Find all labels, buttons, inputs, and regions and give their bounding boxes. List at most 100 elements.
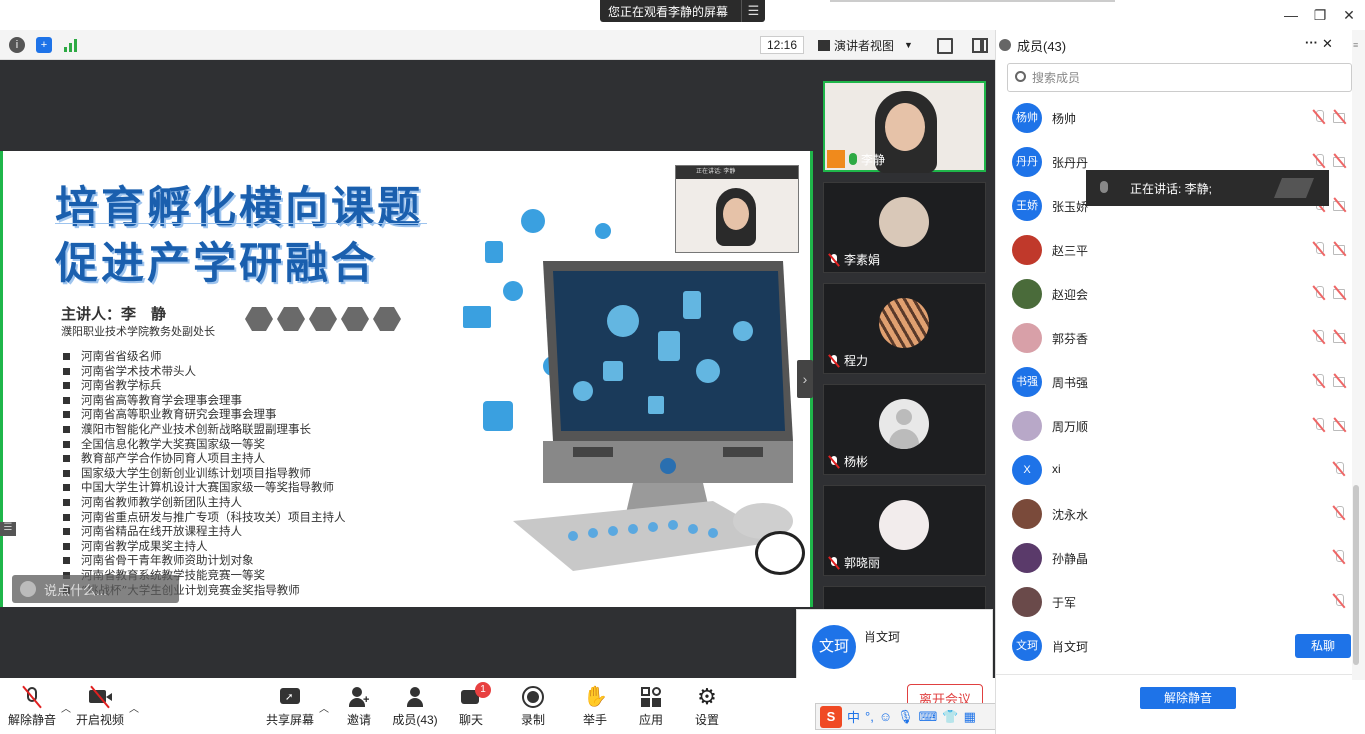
- presenter-org: 濮阳职业技术学院教务处副处长: [61, 326, 215, 338]
- share-options-caret[interactable]: ︿: [319, 700, 329, 715]
- credential-item: 河南省教师教学创新团队主持人: [63, 495, 346, 510]
- mic-off-icon[interactable]: [1312, 286, 1326, 300]
- member-row[interactable]: 文珂 肖文珂: [996, 624, 1341, 668]
- info-icon[interactable]: i: [9, 37, 25, 53]
- add-user-icon: +: [347, 686, 371, 708]
- ime-punct[interactable]: °,: [865, 709, 874, 724]
- chat-button[interactable]: 1 聊天: [441, 682, 501, 728]
- mic-off-icon[interactable]: [1332, 462, 1348, 476]
- avatar: 书强: [1012, 367, 1042, 397]
- signal-icon[interactable]: [64, 38, 80, 52]
- keyboard-icon[interactable]: ⌨: [919, 709, 938, 725]
- video-label: 开启视频: [75, 713, 124, 727]
- member-search-input[interactable]: 搜索成员: [1007, 63, 1352, 92]
- raise-hand-button[interactable]: ✋ 举手: [565, 686, 625, 728]
- voice-icon[interactable]: 🎙: [897, 709, 914, 725]
- video-off-icon[interactable]: [1332, 418, 1348, 432]
- avatar: [879, 500, 929, 550]
- shield-icon[interactable]: +: [36, 37, 52, 53]
- video-off-icon[interactable]: [1332, 286, 1348, 300]
- sidebar-toggle-icon[interactable]: [972, 38, 988, 53]
- fullscreen-icon[interactable]: [937, 38, 953, 54]
- member-name: 张玉娇: [1052, 200, 1089, 214]
- mic-off-icon[interactable]: [1312, 374, 1326, 388]
- slide-title-line1: 培育孵化横向课题: [55, 183, 423, 233]
- member-name: 周书强: [1052, 376, 1089, 390]
- video-button[interactable]: 开启视频: [70, 685, 130, 728]
- emoji-icon[interactable]: ☺: [879, 709, 892, 724]
- member-row[interactable]: 于军: [996, 580, 1344, 624]
- ime-toolbar[interactable]: S 中 °, ☺ 🎙 ⌨ 👕 ▦: [815, 703, 1023, 730]
- video-options-caret[interactable]: ︿: [129, 700, 139, 715]
- mic-off-icon: [828, 556, 840, 569]
- mic-off-icon[interactable]: [1332, 550, 1348, 564]
- member-row[interactable]: 孙静晶: [996, 536, 1344, 580]
- video-off-icon[interactable]: [1332, 110, 1348, 124]
- mic-off-icon[interactable]: [1312, 330, 1326, 344]
- comment-input[interactable]: 说点什么...: [12, 575, 179, 603]
- mute-label: 解除静音: [7, 713, 56, 727]
- avatar: [1012, 323, 1042, 353]
- member-popup[interactable]: 文珂 肖文珂: [796, 609, 993, 683]
- video-off-icon[interactable]: [1332, 374, 1348, 388]
- collapse-arrow-icon[interactable]: ›: [797, 360, 813, 398]
- unmute-all-button[interactable]: 解除静音: [1140, 687, 1236, 709]
- thumbnail[interactable]: 杨彬: [823, 384, 986, 475]
- avatar: [879, 298, 929, 348]
- mic-off-icon[interactable]: [1332, 506, 1348, 520]
- thumbnail[interactable]: 程力: [823, 283, 986, 374]
- member-row[interactable]: 周万顺: [996, 404, 1345, 448]
- member-name: 于军: [1052, 596, 1077, 610]
- settings-button[interactable]: ⚙ 设置: [677, 686, 737, 728]
- toolbox-icon[interactable]: ▦: [964, 709, 976, 725]
- mic-off-icon[interactable]: [1312, 242, 1326, 256]
- member-name: 周万顺: [1052, 420, 1089, 434]
- emoji-icon[interactable]: [20, 581, 36, 597]
- member-row[interactable]: 书强 周书强: [996, 360, 1345, 404]
- thumbnail[interactable]: 李素娟: [823, 182, 986, 273]
- apps-icon: [639, 686, 663, 708]
- more-icon[interactable]: ···: [1305, 35, 1318, 50]
- video-off-icon: [88, 685, 112, 709]
- video-off-icon[interactable]: [1332, 330, 1348, 344]
- mute-button[interactable]: 解除静音: [2, 685, 62, 728]
- sogou-icon[interactable]: S: [820, 705, 842, 728]
- mic-off-icon[interactable]: [1312, 154, 1326, 168]
- video-off-icon[interactable]: [1332, 242, 1348, 256]
- share-screen-button[interactable]: ➚ 共享屏幕: [260, 686, 320, 728]
- close-icon[interactable]: ✕: [1322, 36, 1333, 52]
- avatar: 杨帅: [1012, 103, 1042, 133]
- minimize-icon[interactable]: —: [1282, 6, 1300, 24]
- gear-icon: [309, 307, 337, 331]
- share-screen-icon: ➚: [278, 686, 302, 708]
- avatar: 丹丹: [1012, 147, 1042, 177]
- side-menu-icon[interactable]: ☰: [0, 522, 16, 536]
- close-window-icon[interactable]: ✕: [1340, 6, 1358, 24]
- skin-icon[interactable]: 👕: [942, 709, 958, 725]
- record-button[interactable]: 录制: [503, 686, 563, 728]
- invite-button[interactable]: + 邀请: [329, 686, 389, 728]
- list-icon[interactable]: ☰: [741, 0, 765, 22]
- thumbnail[interactable]: 郭晓丽: [823, 485, 986, 576]
- member-row[interactable]: 杨帅 杨帅: [996, 96, 1345, 140]
- members-button[interactable]: 成员(43): [385, 686, 445, 728]
- view-mode-dropdown[interactable]: 演讲者视图 ▼: [818, 35, 926, 55]
- mic-off-icon[interactable]: [1312, 418, 1326, 432]
- member-row[interactable]: 郭芬香: [996, 316, 1345, 360]
- private-chat-button[interactable]: 私聊: [1295, 634, 1351, 658]
- member-row[interactable]: 赵三平: [996, 228, 1345, 272]
- member-row[interactable]: 赵迎会: [996, 272, 1345, 316]
- avatar: [1012, 411, 1042, 441]
- restore-icon[interactable]: ❐: [1311, 6, 1329, 24]
- apps-button[interactable]: 应用: [621, 686, 681, 728]
- scrollbar-thumb[interactable]: [1353, 485, 1359, 665]
- ime-lang[interactable]: 中: [847, 707, 860, 726]
- video-off-icon[interactable]: [1332, 198, 1348, 212]
- mic-off-icon[interactable]: [1332, 594, 1348, 608]
- member-row[interactable]: 沈永水: [996, 492, 1344, 536]
- mic-off-icon[interactable]: [1312, 110, 1326, 124]
- video-off-icon[interactable]: [1332, 154, 1348, 168]
- member-name: xi: [1052, 462, 1061, 476]
- member-row[interactable]: Xxi: [996, 448, 1344, 492]
- thumbnail-active[interactable]: 李静: [823, 81, 986, 173]
